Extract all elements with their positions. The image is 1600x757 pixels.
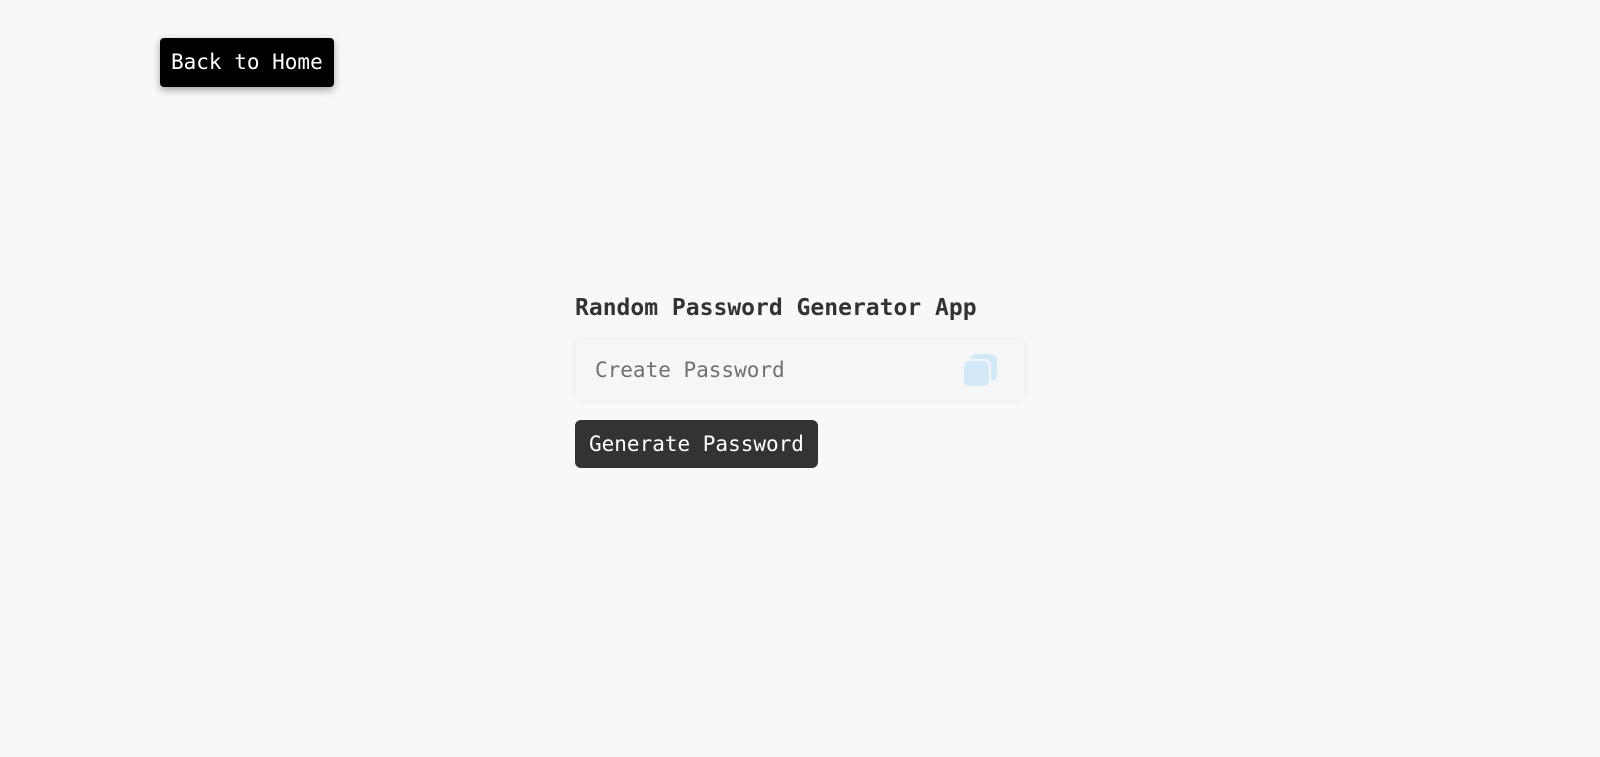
password-input-box (575, 340, 1025, 400)
copy-icon[interactable] (961, 352, 999, 388)
page-title: Random Password Generator App (575, 295, 977, 321)
password-input[interactable] (575, 340, 975, 400)
back-to-home-button[interactable]: Back to Home (160, 38, 334, 87)
password-generator-card: Random Password Generator App Generate P… (575, 288, 1025, 468)
generate-password-button[interactable]: Generate Password (575, 420, 818, 468)
